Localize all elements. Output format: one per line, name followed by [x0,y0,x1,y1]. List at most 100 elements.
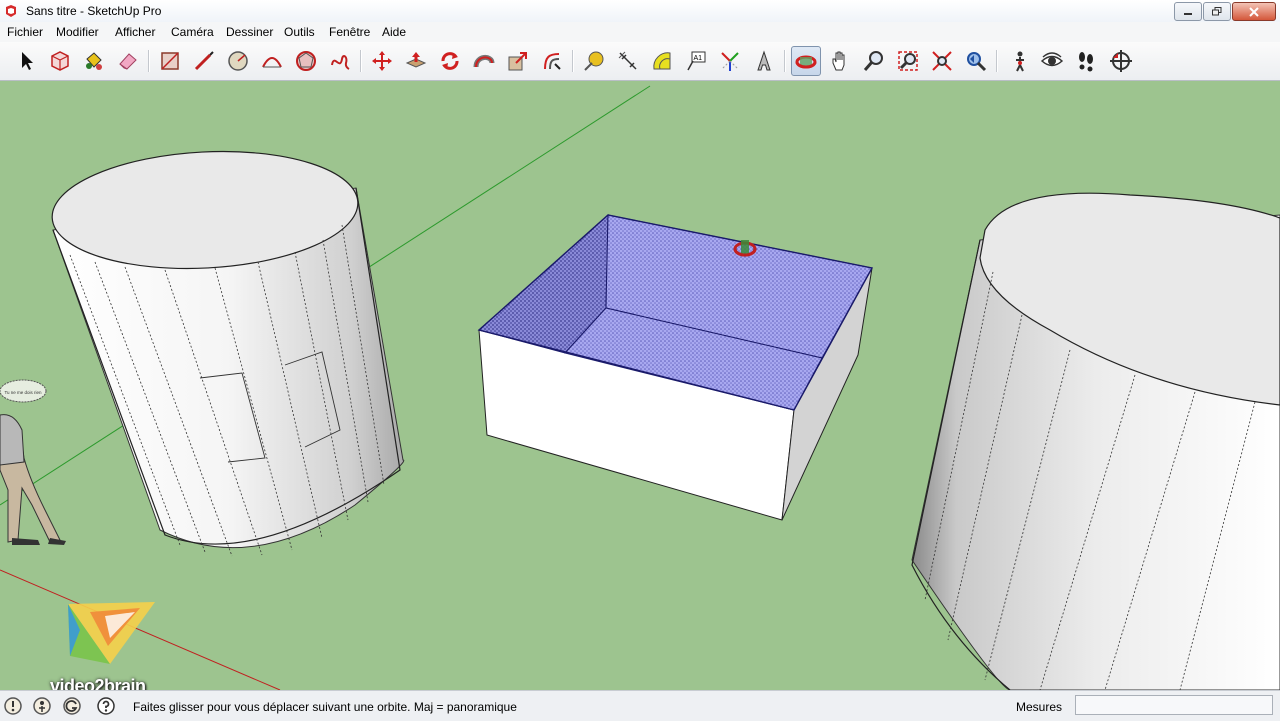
measurements-label: Mesures [1016,700,1063,714]
previous-view-tool[interactable] [961,46,991,76]
zoom-icon [863,51,883,71]
arc-tool[interactable] [257,46,287,76]
protractor-tool[interactable] [647,46,677,76]
menu-modifier[interactable]: Modifier [56,25,99,39]
eraser-tool[interactable] [113,46,143,76]
3d-text-icon [757,50,771,71]
polygon-icon [296,51,316,71]
menu-dessiner[interactable]: Dessiner [226,25,273,39]
select-tool[interactable] [11,46,41,76]
close-button[interactable] [1232,2,1276,21]
title-bar: Sans titre - SketchUp Pro [0,0,1280,23]
circle-icon [228,51,248,71]
person-figure [0,414,66,545]
move-tool[interactable] [367,46,397,76]
google-sign-in-icon[interactable] [63,697,81,715]
push-pull-icon [405,52,427,68]
credits-icon[interactable] [33,697,51,715]
follow-me-icon [473,55,495,68]
follow-me-tool[interactable] [469,46,499,76]
previous-view-icon [967,52,987,72]
scene-canvas: Tu ne me dois rien [0,85,1280,690]
arc-icon [262,57,282,68]
svg-text:A1: A1 [694,55,703,62]
sketchup-logo-icon [6,5,16,17]
speech-bubble-text: Tu ne me dois rien [4,390,42,395]
walk-tool[interactable] [1071,46,1101,76]
protractor-icon [653,52,671,70]
zoom-extents-tool[interactable] [927,46,957,76]
zoom-window-tool[interactable] [893,46,923,76]
section-plane-icon [1110,50,1132,72]
speech-bubble: Tu ne me dois rien [0,379,47,403]
minimize-button[interactable] [1174,2,1202,21]
move-icon [372,51,392,71]
orbit-tool[interactable] [791,46,821,76]
offset-icon [544,53,561,70]
dimension-icon [618,51,637,70]
position-camera-tool[interactable] [1005,46,1035,76]
paint-bucket-icon [86,52,102,70]
line-tool[interactable] [189,46,219,76]
video2brain-watermark-text: video2brain [50,676,146,690]
menu-camera[interactable]: Caméra [171,25,214,39]
scale-tool[interactable] [503,46,533,76]
pan-tool[interactable] [825,46,855,76]
rectangle-icon [161,52,179,70]
pan-hand-icon [832,51,845,71]
minimize-icon [1184,12,1192,15]
menu-fenetre[interactable]: Fenêtre [329,25,370,39]
geolocation-icon[interactable] [4,697,22,715]
tape-measure-icon [584,51,604,71]
eraser-icon [119,53,137,70]
zoom-window-icon [898,51,918,71]
section-plane-tool[interactable] [1106,46,1136,76]
offset-tool[interactable] [537,46,567,76]
freehand-tool[interactable] [325,46,355,76]
menu-afficher[interactable]: Afficher [115,25,155,39]
right-cylinder[interactable] [911,192,1280,690]
look-around-eye-icon [1040,52,1064,67]
status-message: Faites glisser pour vous déplacer suivan… [133,700,517,714]
axes-tool[interactable] [715,46,745,76]
menu-bar: Fichier Modifier Afficher Caméra Dessine… [0,22,1280,42]
circle-tool[interactable] [223,46,253,76]
tape-measure-tool[interactable] [579,46,609,76]
zoom-tool[interactable] [859,46,889,76]
status-bar: Faites glisser pour vous déplacer suivan… [0,690,1280,721]
dimension-tool[interactable] [613,46,643,76]
make-component-tool[interactable] [45,46,75,76]
line-pencil-icon [194,51,214,71]
menu-aide[interactable]: Aide [382,25,406,39]
maximize-button[interactable] [1203,2,1231,21]
polygon-tool[interactable] [291,46,321,76]
measurements-input[interactable] [1075,695,1273,715]
menu-outils[interactable]: Outils [284,25,315,39]
position-camera-icon [1016,51,1024,72]
help-question-icon[interactable] [97,697,115,715]
rotate-tool[interactable] [435,46,465,76]
maximize-icon [1212,7,1222,16]
3d-viewport[interactable]: Tu ne me dois rien video2brain [0,81,1280,690]
zoom-extents-icon [932,51,952,71]
freehand-icon [331,55,350,70]
orbit-icon [795,55,817,69]
close-icon [1249,6,1259,17]
select-arrow-icon [22,52,33,70]
walk-footprints-icon [1079,52,1093,72]
menu-fichier[interactable]: Fichier [7,25,43,39]
3d-text-tool[interactable] [749,46,779,76]
rotate-icon [441,52,459,70]
left-cylinder[interactable] [49,144,405,557]
selected-box[interactable] [477,213,874,521]
scale-icon [508,52,527,71]
rectangle-tool[interactable] [155,46,185,76]
push-pull-tool[interactable] [401,46,431,76]
window-title: Sans titre - SketchUp Pro [26,4,162,18]
paint-bucket-tool[interactable] [79,46,109,76]
axes-icon [721,52,739,71]
text-tool[interactable]: A1 [681,46,711,76]
main-toolbar: A1 [0,42,1280,81]
text-label-icon: A1 [687,51,706,71]
look-around-tool[interactable] [1037,46,1067,76]
